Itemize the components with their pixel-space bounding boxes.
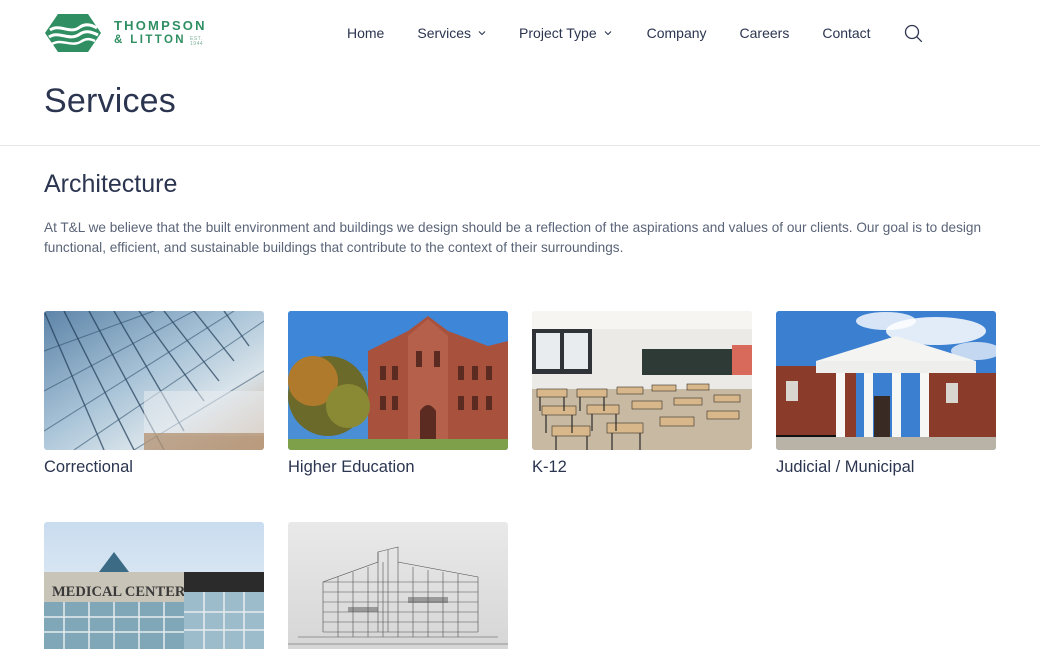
medical-center-image: MEDICAL CENTER xyxy=(44,522,264,649)
chevron-down-icon xyxy=(478,31,486,36)
correctional-image xyxy=(44,311,264,450)
nav-project-type[interactable]: Project Type xyxy=(519,25,612,41)
header-divider xyxy=(0,145,1040,146)
nav-company[interactable]: Company xyxy=(647,25,707,41)
nav-contact-label: Contact xyxy=(822,25,871,41)
service-card-higher-education[interactable]: Higher Education xyxy=(288,311,508,477)
nav-home[interactable]: Home xyxy=(347,25,384,41)
k12-image xyxy=(532,311,752,450)
card-label: Judicial / Municipal xyxy=(776,458,915,476)
page-title: Services xyxy=(44,82,176,120)
higher-education-image xyxy=(288,311,508,450)
site-header: THOMPSON & LITTON EST. 1944 Home Service… xyxy=(0,0,1040,66)
service-card-k12[interactable]: K-12 xyxy=(532,311,752,477)
nav-home-label: Home xyxy=(347,25,385,41)
medical-sign-text: MEDICAL CENTER xyxy=(52,584,186,600)
service-card-correctional[interactable]: Correctional xyxy=(44,311,264,477)
judicial-municipal-image xyxy=(776,311,996,450)
search-icon[interactable] xyxy=(904,24,923,43)
nav-services[interactable]: Services xyxy=(417,25,486,41)
card-label: Higher Education xyxy=(288,458,415,476)
nav-careers[interactable]: Careers xyxy=(740,25,790,41)
nav-careers-label: Careers xyxy=(739,25,790,41)
nav-services-label: Services xyxy=(417,25,472,41)
section-description: At T&L we believe that the built environ… xyxy=(44,220,982,255)
nav-company-label: Company xyxy=(646,25,707,41)
service-card-wireframe[interactable] xyxy=(288,522,508,649)
logo-text-line2: & LITTON xyxy=(114,34,187,47)
card-label: Correctional xyxy=(44,458,133,476)
wireframe-building-image xyxy=(288,522,508,649)
section-title: Architecture xyxy=(44,170,178,198)
logo-est-text: EST. 1944 xyxy=(190,35,204,47)
card-label: K-12 xyxy=(532,458,567,476)
service-card-judicial-municipal[interactable]: Judicial / Municipal xyxy=(776,311,996,477)
nav-project-type-label: Project Type xyxy=(519,25,597,41)
chevron-down-icon xyxy=(604,31,611,36)
main-nav: Home Services Project Type Company Caree… xyxy=(347,22,923,44)
logo-text-line1: THOMPSON xyxy=(114,18,207,34)
logo-mark-icon xyxy=(45,14,101,52)
service-card-healthcare[interactable]: MEDICAL CENTER xyxy=(44,522,264,649)
nav-contact[interactable]: Contact xyxy=(822,25,870,41)
company-logo[interactable]: THOMPSON & LITTON EST. 1944 xyxy=(44,12,214,54)
